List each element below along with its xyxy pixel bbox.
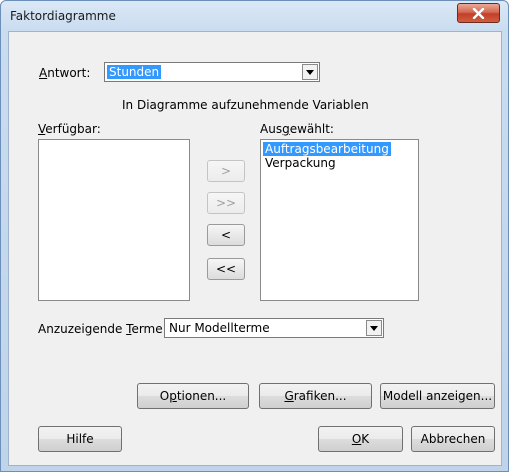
section-heading: In Diagramme aufzunehmende Variablen xyxy=(122,98,369,112)
title-bar[interactable]: Faktordiagramme xyxy=(1,1,508,31)
add-all-button[interactable]: >> xyxy=(207,192,245,214)
list-item[interactable]: Verpackung xyxy=(263,156,338,170)
close-icon xyxy=(472,8,485,19)
selected-label: Ausgewählt: xyxy=(260,122,334,136)
available-label: Verfügbar: xyxy=(38,122,101,136)
terms-value: Nur Modellterme xyxy=(169,321,270,335)
options-button[interactable]: Optionen... xyxy=(137,383,249,409)
close-button[interactable] xyxy=(457,3,500,23)
cancel-button[interactable]: Abbrechen xyxy=(411,426,495,452)
response-value: Stunden xyxy=(107,65,162,79)
add-button[interactable]: > xyxy=(207,160,245,182)
dialog-client-area: Antwort: Stunden In Diagramme aufzunehme… xyxy=(8,31,502,466)
list-item[interactable]: Auftragsbearbeitung xyxy=(263,142,391,156)
terms-label: Anzuzeigende Terme: xyxy=(38,322,167,336)
remove-button[interactable]: < xyxy=(207,224,245,246)
response-label: Antwort: xyxy=(39,66,91,80)
available-listbox[interactable] xyxy=(38,139,190,301)
remove-all-button[interactable]: << xyxy=(207,258,245,280)
ok-button[interactable]: OK xyxy=(318,426,403,452)
window-title: Faktordiagramme xyxy=(10,9,116,23)
response-dropdown[interactable]: Stunden xyxy=(104,62,320,82)
chevron-down-icon[interactable] xyxy=(302,64,318,80)
terms-dropdown[interactable]: Nur Modellterme xyxy=(164,318,384,338)
show-model-button[interactable]: Modell anzeigen... xyxy=(380,383,495,409)
chevron-down-icon[interactable] xyxy=(366,320,382,336)
dialog-window: Faktordiagramme Antwort: Stunden In Diag… xyxy=(0,0,509,472)
help-button[interactable]: Hilfe xyxy=(38,426,122,452)
graphs-button[interactable]: Grafiken... xyxy=(259,383,372,409)
selected-listbox[interactable]: Auftragsbearbeitung Verpackung xyxy=(260,139,419,301)
